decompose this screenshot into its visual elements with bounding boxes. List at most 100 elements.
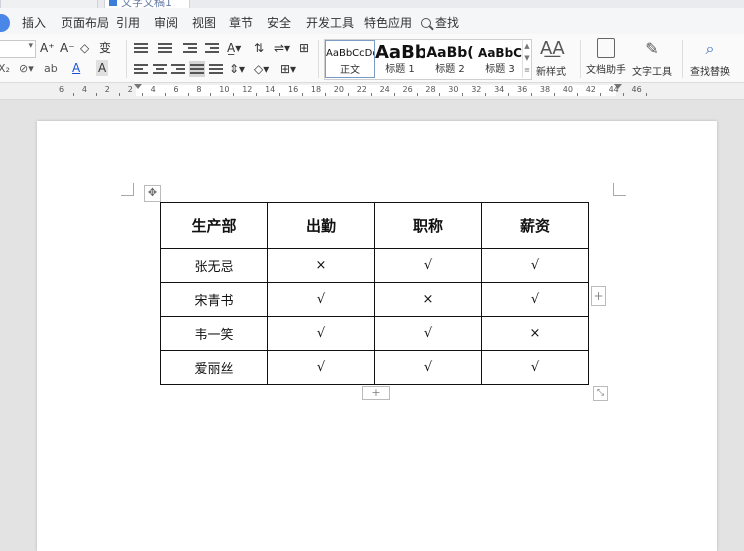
- menu-view[interactable]: 视图: [192, 14, 216, 32]
- table-cell-salary[interactable]: √: [481, 350, 589, 385]
- ruler-tick-label: 2: [127, 85, 133, 94]
- menu-references[interactable]: 引用: [116, 14, 140, 32]
- styles-gallery-scroll[interactable]: ▲ ▼ ≡: [522, 40, 531, 78]
- inactive-doc-tab[interactable]: [0, 0, 98, 8]
- styles-gallery: AaBbCcDd 正文 AaBb 标题 1 AaBb( 标题 2 AaBbC 标…: [324, 39, 532, 80]
- find-replace-button[interactable]: ⌕ 查找替换: [690, 38, 730, 78]
- line-spacing-icon[interactable]: ⇕▾: [229, 61, 245, 77]
- ruler-tick-label: 2: [104, 85, 110, 94]
- ruler-tick-mark: [531, 93, 532, 96]
- phonetic-guide-icon[interactable]: 变: [99, 40, 111, 56]
- home-menu-icon[interactable]: [0, 14, 10, 32]
- align-left-icon[interactable]: [134, 63, 148, 75]
- table-cell-attendance[interactable]: √: [267, 350, 375, 385]
- table-cell-title[interactable]: ×: [374, 282, 482, 317]
- table-cell-name[interactable]: 爱丽丝: [160, 350, 268, 385]
- header-cell-salary[interactable]: 薪资: [481, 202, 589, 249]
- header-cell-title[interactable]: 职称: [374, 202, 482, 249]
- justify-icon[interactable]: [189, 61, 205, 77]
- decrease-indent-icon[interactable]: [183, 42, 197, 54]
- add-column-button[interactable]: +: [591, 286, 606, 306]
- ruler-tick-label: 46: [631, 85, 642, 94]
- ruler-tick-label: 26: [402, 85, 413, 94]
- ruler-tick-mark: [439, 93, 441, 96]
- menu-developer-tools[interactable]: 开发工具: [306, 14, 354, 32]
- table-cell-attendance[interactable]: √: [267, 316, 375, 351]
- table-cell-title[interactable]: √: [374, 350, 482, 385]
- table-resize-handle[interactable]: ⤡: [593, 386, 608, 401]
- clear-format-icon[interactable]: ◇: [80, 40, 89, 56]
- table-cell-name[interactable]: 宋青书: [160, 282, 268, 317]
- table-cell-attendance[interactable]: √: [267, 282, 375, 317]
- borders-icon[interactable]: ⊞▾: [280, 61, 296, 77]
- table-cell-salary[interactable]: √: [481, 248, 589, 283]
- style-heading-1[interactable]: AaBb 标题 1: [375, 40, 425, 78]
- menu-search[interactable]: 查找: [421, 14, 459, 32]
- menu-chapter[interactable]: 章节: [229, 14, 253, 32]
- text-tools-button[interactable]: ✎ 文字工具: [632, 38, 672, 78]
- distributed-align-icon[interactable]: [209, 63, 223, 75]
- left-indent-marker[interactable]: [134, 84, 142, 89]
- ruler-tick-label: 16: [288, 85, 299, 94]
- align-right-icon[interactable]: [171, 63, 185, 75]
- find-replace-label: 查找替换: [690, 67, 730, 78]
- show-marks-icon[interactable]: ⇌▾: [274, 40, 290, 56]
- align-center-icon[interactable]: [153, 63, 167, 75]
- bullet-list-icon[interactable]: [134, 42, 148, 54]
- style-heading-2-sample: AaBb(: [426, 45, 474, 61]
- table-insert-icon[interactable]: ⊞: [299, 40, 309, 56]
- ruler-tick-label: 30: [448, 85, 459, 94]
- subscript-icon[interactable]: X₂: [0, 61, 10, 77]
- search-icon: [421, 18, 431, 28]
- table-cell-name[interactable]: 张无忌: [160, 248, 268, 283]
- table-move-handle[interactable]: ✥: [144, 185, 161, 202]
- active-doc-tab[interactable]: 文字文稿1: [104, 0, 190, 8]
- new-style-button[interactable]: A͟A 新样式: [536, 38, 566, 78]
- menu-special-features[interactable]: 特色应用: [364, 14, 412, 32]
- ruler-tick-mark: [279, 93, 281, 96]
- table-cell-attendance[interactable]: ×: [267, 248, 375, 283]
- doc-assistant-label: 文档助手: [586, 65, 626, 76]
- menu-security[interactable]: 安全: [267, 14, 291, 32]
- ruler-tick-mark: [622, 93, 624, 96]
- header-cell-attendance[interactable]: 出勤: [267, 202, 375, 249]
- style-normal[interactable]: AaBbCcDd 正文: [325, 40, 375, 78]
- table-cell-name[interactable]: 韦一笑: [160, 316, 268, 351]
- horizontal-ruler[interactable]: 6 4 2 2 4 6 8 10 12 14 16 18 20 22 24 26 28 30 32 34 36 38 40 4…: [0, 83, 744, 100]
- add-row-button[interactable]: +: [362, 386, 390, 400]
- menu-review[interactable]: 审阅: [154, 14, 178, 32]
- ruler-tick-mark: [370, 93, 372, 96]
- table-header-row: 生产部 出勤 职称 薪资: [160, 202, 589, 249]
- ruler-tick-label: 4: [150, 85, 156, 94]
- grow-font-icon[interactable]: A⁺: [40, 40, 55, 56]
- table-cell-title[interactable]: √: [374, 248, 482, 283]
- table-cell-salary[interactable]: ×: [481, 316, 589, 351]
- emphasis-mark-icon[interactable]: ⊘▾: [19, 61, 34, 77]
- table-cell-salary[interactable]: √: [481, 282, 589, 317]
- font-color-icon[interactable]: A: [72, 60, 80, 76]
- ruler-tick-label: 34: [494, 85, 505, 94]
- header-cell-department[interactable]: 生产部: [160, 202, 268, 249]
- table-row: 张无忌 × √ √: [160, 248, 589, 283]
- numbered-list-icon[interactable]: [158, 42, 172, 54]
- table-cell-title[interactable]: √: [374, 316, 482, 351]
- ruler-tick-mark: [645, 93, 647, 96]
- shading-icon[interactable]: ◇▾: [254, 61, 269, 77]
- doc-assistant-button[interactable]: 文档助手: [586, 38, 626, 76]
- document-page[interactable]: ✥ 生产部 出勤 职称 薪资 张无忌 × √ √ 宋青书 √ × √ 韦一笑 √…: [37, 121, 717, 551]
- increase-indent-icon[interactable]: [205, 42, 219, 54]
- highlight-icon[interactable]: ab: [44, 61, 58, 77]
- sort-icon[interactable]: ⇅: [254, 40, 264, 56]
- style-heading-3[interactable]: AaBbC 标题 3: [475, 40, 525, 78]
- char-shading-icon[interactable]: A: [96, 60, 109, 76]
- style-heading-2[interactable]: AaBb( 标题 2: [425, 40, 475, 78]
- menu-page-layout[interactable]: 页面布局: [61, 14, 109, 32]
- ruler-tick-mark: [210, 93, 212, 96]
- font-size-select[interactable]: [0, 40, 36, 58]
- chinese-layout-icon[interactable]: A̲▾: [227, 40, 241, 56]
- shrink-font-icon[interactable]: A⁻: [60, 40, 75, 56]
- menu-search-label: 查找: [435, 16, 460, 30]
- menu-insert[interactable]: 插入: [22, 14, 46, 32]
- ruler-tick-label: 6: [59, 85, 65, 94]
- toolbar-separator: [126, 40, 127, 78]
